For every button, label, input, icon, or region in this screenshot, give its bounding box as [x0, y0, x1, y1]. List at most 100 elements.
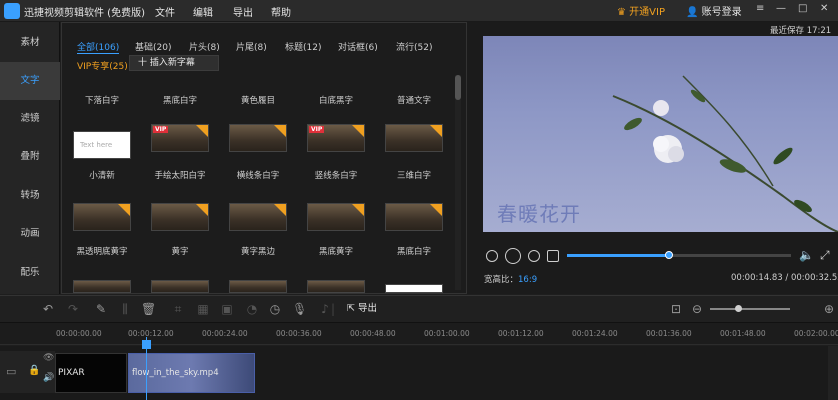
preset-caption[interactable]: 普通文字	[374, 94, 454, 106]
preset-thumbnail[interactable]	[385, 284, 443, 293]
preset-thumbnail[interactable]	[151, 280, 209, 293]
preset-thumbnail[interactable]	[73, 203, 131, 231]
sidebar-item-filter[interactable]: 滤镜	[0, 100, 60, 138]
preset-thumbnail[interactable]: VIP	[151, 124, 209, 152]
minimize-icon[interactable]: —	[776, 3, 786, 14]
sidebar-item-animation[interactable]: 动画	[0, 215, 60, 253]
preset-thumbnail[interactable]	[307, 203, 365, 231]
video-preview[interactable]: 春暖花开	[483, 36, 838, 232]
menu-file[interactable]: 文件	[155, 4, 175, 19]
preset-caption[interactable]: 黑底白字	[374, 245, 454, 257]
stop-icon[interactable]	[547, 250, 559, 262]
preset-thumbnail[interactable]	[307, 280, 365, 293]
timeline-clip[interactable]: flow_in_the_sky.mp4	[128, 353, 255, 393]
playback-progress[interactable]	[567, 251, 791, 259]
timeline-zoom-slider[interactable]	[710, 305, 790, 312]
vip-button[interactable]: ♛ 开通VIP	[617, 3, 665, 18]
preset-thumbnail[interactable]: VIP	[307, 124, 365, 152]
preset-thumbnail[interactable]: Text here	[73, 131, 131, 159]
crop-icon[interactable]: ⌗	[171, 302, 185, 316]
zoom-in-icon[interactable]: ⊕	[822, 302, 836, 316]
undo-icon[interactable]: ↶	[41, 302, 55, 316]
preset-caption[interactable]: 黑底黄字	[296, 245, 376, 257]
export-button[interactable]: ⇱ 导出	[347, 300, 377, 314]
menu-edit[interactable]: 编辑	[193, 4, 213, 19]
sidebar-item-material[interactable]: 素材	[0, 24, 60, 62]
tab-title[interactable]: 标题(12)	[285, 40, 321, 53]
sidebar-item-text[interactable]: 文字	[0, 62, 60, 100]
menu-help[interactable]: 帮助	[271, 4, 291, 19]
preset-caption[interactable]: 三维白字	[374, 169, 454, 181]
menu-export[interactable]: 导出	[233, 4, 253, 19]
play-icon[interactable]	[505, 248, 521, 264]
preset-caption[interactable]: 下落白字	[62, 94, 142, 106]
ruler-label: 00:02:00.00	[794, 329, 838, 338]
sidebar-item-overlay[interactable]: 叠附	[0, 138, 60, 176]
record-voice-icon[interactable]: 🎙	[292, 302, 307, 316]
tab-ending[interactable]: 片尾(8)	[236, 40, 267, 53]
preset-thumbnail[interactable]	[229, 280, 287, 293]
tab-vip[interactable]: VIP专享(25)	[77, 59, 128, 72]
preset-caption[interactable]: 竖线条白字	[296, 169, 376, 181]
ruler-label: 00:00:24.00	[202, 329, 248, 338]
divider: |	[331, 302, 336, 316]
preset-thumbnail[interactable]	[73, 280, 131, 293]
tab-basic[interactable]: 基础(20)	[135, 40, 171, 53]
tab-dialog[interactable]: 对话框(6)	[338, 40, 378, 53]
zoom-slider-knob[interactable]	[735, 305, 742, 312]
timeline-ruler[interactable]: 00:00:00.00 00:00:12.00 00:00:24.00 00:0…	[0, 323, 838, 345]
lock-icon[interactable]: 🔒	[28, 365, 40, 376]
preset-thumbnail[interactable]	[151, 203, 209, 231]
tab-all[interactable]: 全部(106)	[77, 40, 120, 54]
timeline-clip[interactable]: PIXAR	[55, 353, 127, 393]
download-icon	[430, 204, 442, 216]
sidebar-item-transition[interactable]: 转场	[0, 177, 60, 215]
tab-popular[interactable]: 流行(52)	[396, 40, 432, 53]
sidebar-item-music[interactable]: 配乐	[0, 254, 60, 292]
preset-thumbnail[interactable]	[385, 203, 443, 231]
preset-caption[interactable]: 黑透明底黄字	[62, 245, 142, 257]
volume-icon[interactable]: 🔈	[799, 248, 814, 262]
split-icon[interactable]: ⫼	[118, 302, 132, 316]
fullscreen-icon[interactable]: ⤢	[820, 248, 830, 263]
fit-timeline-icon[interactable]: ⊡	[669, 302, 683, 316]
menu-icon[interactable]: ≡	[756, 3, 764, 14]
account-login-button[interactable]: 👤 账号登录	[686, 3, 742, 18]
ruler-label: 00:00:36.00	[276, 329, 322, 338]
close-icon[interactable]: ✕	[820, 3, 828, 14]
edit-icon[interactable]: ✎	[94, 302, 108, 316]
preset-caption[interactable]: 黄色履目	[218, 94, 298, 106]
preset-caption[interactable]: 横线条白字	[218, 169, 298, 181]
insert-subtitle-button[interactable]: 十 插入新字幕	[129, 55, 219, 71]
tab-opening[interactable]: 片头(8)	[189, 40, 220, 53]
preset-thumbnail[interactable]	[385, 124, 443, 152]
scrollbar-thumb[interactable]	[455, 75, 461, 100]
preset-thumbnail[interactable]	[229, 203, 287, 231]
aspect-ratio[interactable]: 宽高比：16:9	[484, 273, 537, 285]
preset-caption[interactable]: 黑底白字	[140, 94, 220, 106]
aspect-ratio-value[interactable]: 16:9	[518, 275, 537, 285]
mosaic-icon[interactable]: ▦	[196, 302, 210, 316]
zoom-out-icon[interactable]: ⊖	[690, 302, 704, 316]
duration-icon[interactable]: ◷	[268, 302, 282, 316]
preset-thumbnail[interactable]	[229, 124, 287, 152]
preset-caption[interactable]: 白底黑字	[296, 94, 376, 106]
ruler-label: 00:01:36.00	[646, 329, 692, 338]
timeline-scrollbar[interactable]	[828, 346, 838, 400]
library-scrollbar[interactable]	[455, 75, 461, 290]
playhead-handle[interactable]	[142, 340, 151, 349]
preset-caption[interactable]: 手绘太阳白字	[140, 169, 220, 181]
preset-caption[interactable]: 小清新	[62, 169, 142, 181]
preset-caption[interactable]: 黄字黑边	[218, 245, 298, 257]
speed-icon[interactable]: ◔	[245, 302, 259, 316]
preset-caption[interactable]: 黄字	[140, 245, 220, 257]
previous-frame-icon[interactable]	[486, 250, 498, 262]
redo-icon[interactable]: ↷	[66, 302, 80, 316]
maximize-icon[interactable]: □	[798, 3, 807, 14]
next-frame-icon[interactable]	[528, 250, 540, 262]
mute-icon[interactable]: 🔊	[43, 373, 54, 383]
visibility-icon[interactable]: 👁	[43, 353, 54, 363]
audio-icon[interactable]: ♪	[318, 302, 332, 316]
image-icon[interactable]: ▣	[220, 302, 234, 316]
delete-icon[interactable]: 🗑	[141, 302, 156, 316]
